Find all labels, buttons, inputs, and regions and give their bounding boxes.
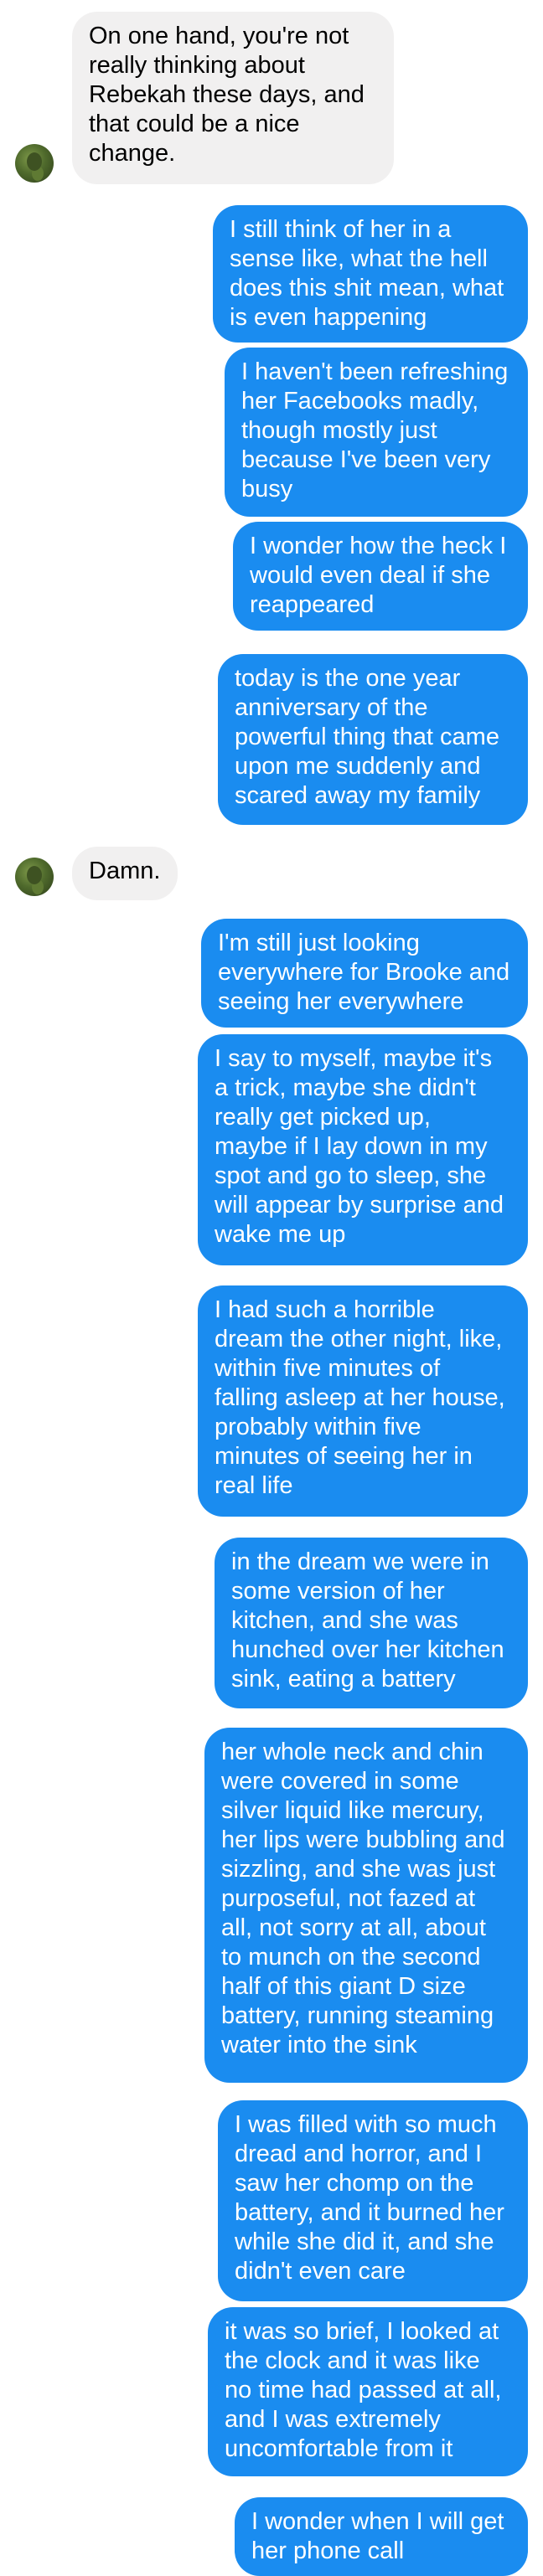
message-outgoing[interactable]: I wonder when I will get her phone call [235, 2497, 528, 2576]
message-outgoing[interactable]: I had such a horrible dream the other ni… [198, 1285, 528, 1517]
message-outgoing[interactable]: I say to myself, maybe it's a trick, may… [198, 1034, 528, 1265]
message-outgoing[interactable]: I was filled with so much dread and horr… [218, 2100, 528, 2301]
message-outgoing[interactable]: I haven't been refreshing her Facebooks … [225, 348, 528, 517]
contact-avatar[interactable] [15, 144, 54, 183]
message-incoming[interactable]: On one hand, you're not really thinking … [72, 12, 394, 184]
message-outgoing[interactable]: her whole neck and chin were covered in … [204, 1728, 528, 2083]
message-outgoing[interactable]: today is the one year anniversary of the… [218, 654, 528, 825]
contact-avatar[interactable] [15, 858, 54, 896]
message-outgoing[interactable]: in the dream we were in some version of … [215, 1538, 528, 1708]
message-outgoing[interactable]: I'm still just looking everywhere for Br… [201, 919, 528, 1028]
message-outgoing[interactable]: I wonder how the heck I would even deal … [233, 522, 528, 631]
message-thread[interactable]: On one hand, you're not really thinking … [0, 0, 543, 2576]
message-outgoing[interactable]: I still think of her in a sense like, wh… [213, 205, 528, 343]
message-incoming[interactable]: Damn. [72, 847, 178, 900]
message-outgoing[interactable]: it was so brief, I looked at the clock a… [208, 2307, 528, 2476]
